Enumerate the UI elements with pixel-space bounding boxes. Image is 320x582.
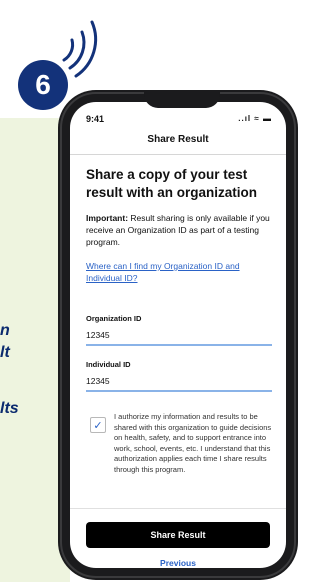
notice-label: Important:: [86, 213, 129, 223]
signal-waves-icon: [62, 20, 98, 78]
status-icons: ..ıl ≈ ▬: [238, 114, 272, 123]
status-time: 9:41: [86, 114, 105, 124]
left-text-fragment-3: lts: [0, 400, 19, 417]
individual-id-label: Individual ID: [86, 360, 131, 369]
consent-text: I authorize my information and results t…: [114, 412, 272, 474]
organization-id-underline: [86, 344, 272, 346]
share-heading: Share a copy of your test result with an…: [86, 167, 258, 200]
consent-checkbox[interactable]: ✓: [90, 417, 106, 433]
checkmark-icon: ✓: [93, 419, 103, 432]
id-help-link[interactable]: Where can I find my Organization ID and …: [86, 260, 272, 284]
phone-frame: 9:41 ..ıl ≈ ▬ Share Result Share a copy …: [58, 90, 298, 580]
left-text-fragment-1: n: [0, 322, 10, 339]
page-title: Share Result: [147, 134, 209, 145]
phone-notch: [144, 90, 220, 108]
organization-id-label: Organization ID: [86, 314, 142, 323]
left-text-fragment-2: lt: [0, 344, 10, 361]
nav-divider: [70, 154, 286, 155]
share-result-button[interactable]: Share Result: [86, 522, 270, 548]
bottom-divider: [70, 508, 286, 509]
important-notice: Important: Result sharing is only availa…: [86, 212, 272, 248]
step-number-badge: 6: [18, 60, 68, 110]
individual-id-field[interactable]: 12345: [86, 376, 110, 386]
previous-link[interactable]: Previous: [70, 558, 286, 568]
individual-id-underline: [86, 390, 272, 392]
organization-id-field[interactable]: 12345: [86, 330, 110, 340]
phone-screen: 9:41 ..ıl ≈ ▬ Share Result Share a copy …: [70, 102, 286, 568]
